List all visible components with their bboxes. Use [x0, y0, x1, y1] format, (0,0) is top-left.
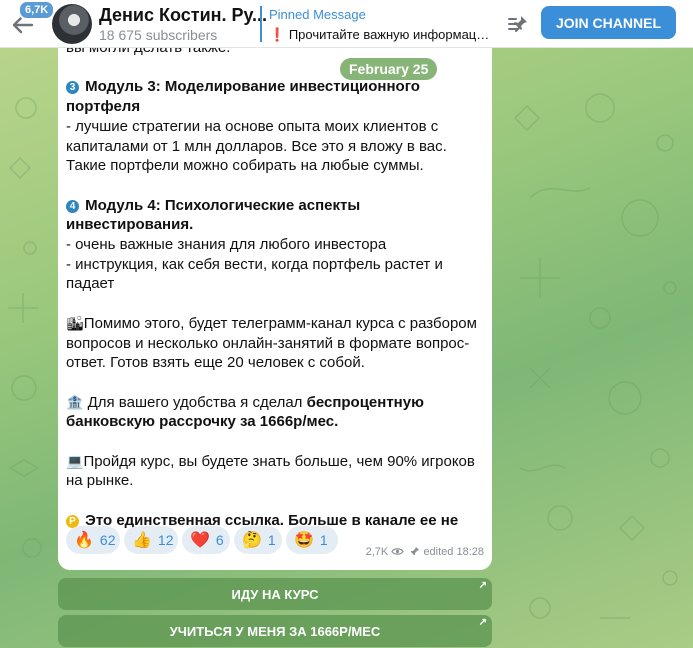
reaction-thinking[interactable]: 🤔 1: [234, 526, 282, 554]
external-link-icon: ↗: [478, 580, 487, 591]
thinking-face-icon: 🤔: [242, 532, 262, 549]
number-4-icon: 4: [66, 199, 79, 213]
message-line: вы могли делать также.: [66, 48, 486, 58]
cityscape-icon: 🏙: [66, 314, 84, 331]
date-separator: February 25: [340, 58, 438, 80]
message-bubble[interactable]: вы могли делать также. 3 Модуль 3: Модел…: [58, 48, 492, 570]
join-channel-button[interactable]: JOIN CHANNEL: [541, 6, 676, 39]
message-text: вы могли делать также. 3 Модуль 3: Модел…: [66, 48, 486, 550]
channel-title[interactable]: Денис Костин. Ру...: [99, 5, 267, 26]
external-link-icon: ↗: [478, 617, 487, 628]
heart-icon: ❤️: [190, 532, 210, 549]
reaction-thumbs-up[interactable]: 👍 12: [124, 526, 178, 554]
fire-icon: 🔥: [74, 532, 94, 549]
module-4-heading: 4 Модуль 4: Психологические аспекты инве…: [66, 196, 361, 234]
subscriber-count: 18 675 subscribers: [99, 27, 218, 43]
pin-icon: [411, 547, 420, 555]
module-3-heading: 3 Модуль 3: Моделирование инвестиционног…: [66, 78, 420, 116]
message-meta: 2,7K edited 18:28: [366, 546, 484, 558]
pinned-label: Pinned Message: [269, 7, 366, 22]
eye-icon: [391, 548, 405, 555]
module-3-body: - лучшие стратегии на основе опыта моих …: [66, 117, 447, 175]
bank-icon: 🏦: [66, 393, 84, 410]
pinned-list-icon[interactable]: [506, 12, 530, 36]
channel-avatar[interactable]: [52, 4, 92, 44]
course-channel-paragraph: 🏙Помимо этого, будет телеграмм-канал кур…: [66, 314, 477, 372]
view-count: 2,7K: [365, 546, 389, 558]
reaction-heart[interactable]: ❤️ 6: [182, 526, 230, 554]
thumbs-up-icon: 👍: [132, 532, 152, 549]
chat-area[interactable]: вы могли делать также. 3 Модуль 3: Модел…: [0, 48, 693, 648]
installment-paragraph: 🏦 Для вашего удобства я сделал беспроцен…: [66, 393, 424, 431]
learn-with-me-button[interactable]: УЧИТЬСЯ У МЕНЯ ЗА 1666Р/МЕС ↗: [58, 615, 492, 647]
number-3-icon: 3: [66, 81, 79, 95]
module-4-line: - инструкция, как себя вести, когда порт…: [66, 255, 443, 293]
exclamation-icon: ❗: [269, 27, 286, 42]
learn-with-me-label: УЧИТЬСЯ У МЕНЯ ЗА 1666Р/МЕС: [169, 623, 381, 639]
star-struck-icon: 🤩: [294, 532, 314, 549]
module-4-line: - очень важные знания для любого инвесто…: [66, 236, 387, 253]
go-to-course-label: ИДУ НА КУРС: [231, 586, 319, 602]
go-to-course-button[interactable]: ИДУ НА КУРС ↗: [58, 578, 492, 610]
edited-time: edited 18:28: [423, 546, 484, 558]
reaction-star-struck[interactable]: 🤩 1: [286, 526, 338, 554]
pinned-message[interactable]: Pinned Message ❗ Прочитайте важную инфор…: [260, 6, 492, 42]
laptop-icon: 💻: [66, 452, 84, 469]
knowledge-paragraph: 💻Пройдя курс, вы будете знать больше, че…: [66, 452, 475, 490]
pinned-text: ❗ Прочитайте важную информаци...: [269, 27, 492, 42]
unread-badge: 6,7K: [18, 0, 56, 20]
chat-header: 6,7K Денис Костин. Ру... 18 675 subscrib…: [0, 0, 693, 48]
reaction-fire[interactable]: 🔥 62: [66, 526, 120, 554]
